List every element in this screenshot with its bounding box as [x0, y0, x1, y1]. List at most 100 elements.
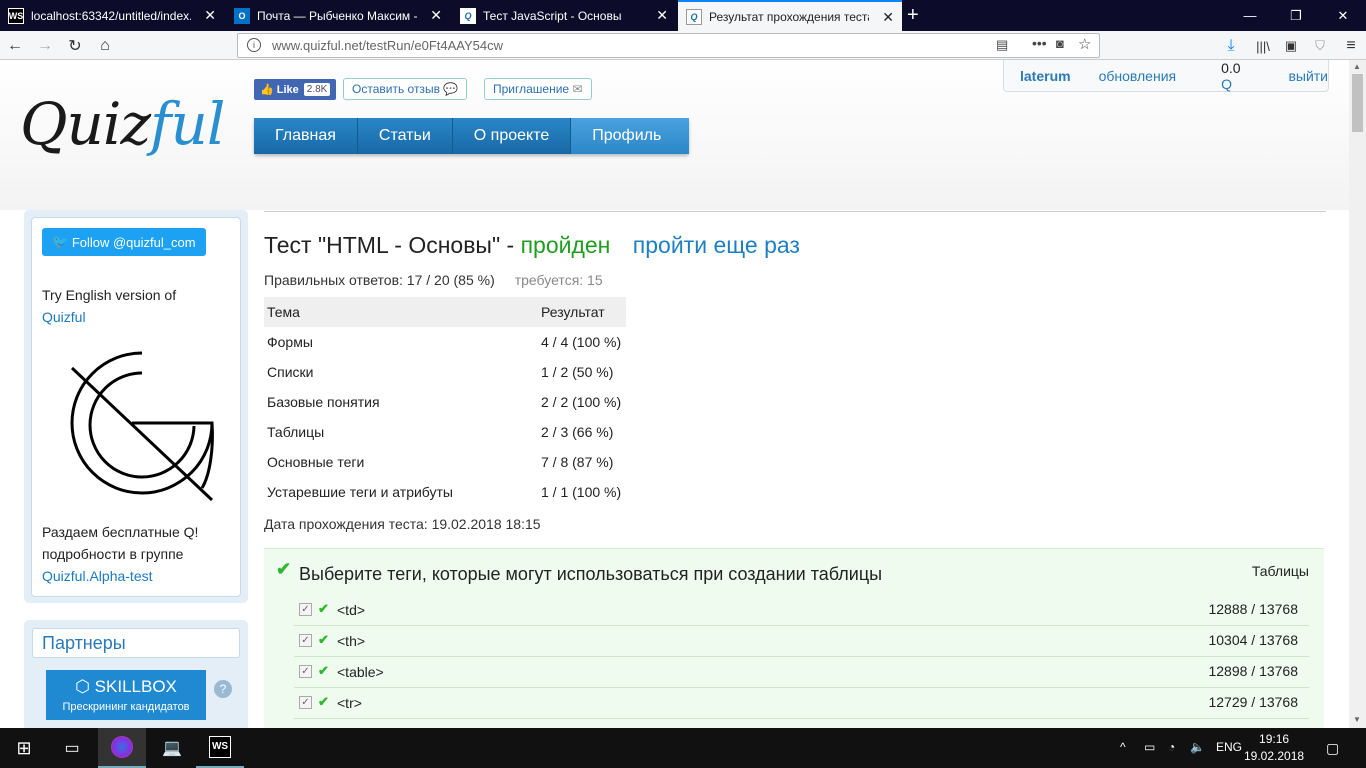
battery-icon[interactable]: ▭ — [1144, 740, 1155, 754]
clock[interactable]: 19:16 19.02.2018 — [1244, 731, 1304, 765]
result-title: Тест "HTML - Основы" - пройден пройти ещ… — [264, 232, 800, 258]
page-scrollbar[interactable]: ▲ ▼ — [1349, 60, 1366, 728]
correct-check-icon: ✔ — [318, 601, 329, 616]
checkbox-checked-icon: ✓ — [299, 634, 312, 647]
table-header-row: Тема Результат — [264, 297, 626, 327]
webstorm-icon[interactable]: WS — [196, 728, 244, 768]
free-q-promo: Раздаем бесплатные Q! подробности в груп… — [42, 521, 198, 587]
firefox-icon[interactable] — [98, 728, 146, 768]
tab-title: Тест JavaScript - Основы — [483, 8, 622, 23]
windows-taskbar: ⊞ ▭ 💻 WS ^ ▭ ◔ 🔈 ENG 19:16 19.02.2018 ▢ — [0, 728, 1366, 768]
question-panel: ✔ Выберите теги, которые могут использов… — [264, 548, 1324, 728]
checkbox-checked-icon: ✓ — [299, 696, 312, 709]
tab-title: Почта — Рыбченко Максим - — [257, 8, 417, 23]
new-tab-button[interactable]: + — [905, 0, 927, 31]
browser-tab-4[interactable]: Q Результат прохождения теста ✕ — [678, 0, 902, 31]
computer-icon[interactable]: 💻 — [148, 728, 196, 768]
table-row: Таблицы 2 / 3 (66 %) — [267, 424, 614, 440]
close-icon[interactable]: ✕ — [204, 7, 216, 24]
reload-icon[interactable]: ↻ — [64, 35, 86, 57]
shield-icon[interactable]: ⛉ — [1309, 35, 1331, 57]
test-date: Дата прохождения теста: 19.02.2018 18:15 — [264, 516, 541, 532]
answer-row: ✓ ✔ <td> 12888 / 13768 — [294, 595, 1309, 626]
retake-link[interactable]: пройти еще раз — [633, 232, 800, 258]
menu-item-profile[interactable]: Профиль — [571, 118, 690, 154]
username-link[interactable]: laterum — [1020, 68, 1071, 84]
pocket-icon[interactable]: ◙ — [1056, 36, 1064, 51]
windows-start-icon[interactable]: ⊞ — [0, 728, 48, 768]
downloads-icon[interactable]: ⤓ — [1220, 35, 1242, 57]
tab-title: Результат прохождения теста — [709, 9, 869, 24]
bookmark-star-icon[interactable]: ☆ — [1078, 35, 1091, 53]
task-view-icon[interactable]: ▭ — [48, 728, 96, 768]
question-title: Выберите теги, которые могут использоват… — [299, 564, 883, 584]
quizful-g-logo-icon — [70, 351, 214, 502]
topic-results-table: Тема Результат Формы 4 / 4 (100 %) Списки… — [264, 297, 626, 507]
sidebar-icon[interactable]: ▣ — [1280, 35, 1302, 57]
reader-view-icon[interactable]: ▤ — [996, 37, 1008, 53]
skillbox-banner[interactable]: ⬡ SKILLBOX Прескрининг кандидатов — [46, 670, 206, 720]
menu-icon[interactable]: ≡ — [1340, 35, 1362, 57]
page-content: Quizful 👍 Like 2.8K Оставить отзыв 💬 Приг… — [0, 60, 1349, 728]
close-icon[interactable]: ✕ — [656, 7, 668, 24]
close-icon[interactable]: ✕ — [882, 9, 894, 26]
english-version-link[interactable]: Quizful — [42, 306, 176, 328]
answer-row: ✓ ✔ <tr> 12729 / 13768 — [294, 688, 1309, 719]
home-icon[interactable]: ⌂ — [94, 35, 116, 57]
facebook-like-button[interactable]: 👍 Like 2.8K — [254, 79, 337, 100]
volume-icon[interactable]: 🔈 — [1190, 740, 1205, 754]
notifications-icon[interactable]: ▢ — [1326, 740, 1339, 757]
invite-button[interactable]: Приглашение ✉ — [484, 78, 592, 100]
scroll-up-icon[interactable]: ▲ — [1353, 62, 1361, 71]
close-icon[interactable]: ✕ — [430, 7, 442, 24]
language-indicator[interactable]: ENG — [1216, 740, 1242, 754]
alpha-test-link[interactable]: Quizful.Alpha-test — [42, 565, 198, 587]
chevron-up-icon[interactable]: ^ — [1120, 740, 1126, 754]
menu-item-home[interactable]: Главная — [254, 118, 358, 154]
scroll-thumb[interactable] — [1352, 74, 1363, 132]
outlook-icon: O — [234, 7, 250, 24]
question-topic: Таблицы — [1251, 563, 1309, 579]
twitter-follow-button[interactable]: 🐦 Follow @quizful_com — [42, 228, 206, 256]
divider — [264, 211, 1326, 212]
back-icon[interactable]: ← — [4, 35, 26, 57]
browser-navbar: ← → ↻ ⌂ i www.quizful.net/testRun/e0Ft4A… — [0, 31, 1366, 60]
info-icon[interactable]: i — [247, 38, 261, 52]
speech-bubble-icon: 💬 — [443, 82, 459, 96]
minimize-icon[interactable]: — — [1227, 0, 1273, 31]
updates-link[interactable]: обновления — [1099, 68, 1177, 84]
thumbs-up-icon: 👍 — [260, 84, 277, 96]
menu-item-articles[interactable]: Статьи — [357, 118, 453, 154]
table-row: Устаревшие теги и атрибуты 1 / 1 (100 %) — [267, 484, 622, 500]
checkmark-icon: ✔ — [276, 559, 292, 579]
user-box: laterum обновления 0.0 Q выйти — [1003, 60, 1329, 92]
checkbox-checked-icon: ✓ — [299, 665, 312, 678]
browser-tab-bar: WS localhost:63342/untitled/index. ✕ O П… — [0, 0, 1366, 31]
browser-tab-3[interactable]: Q Тест JavaScript - Основы ✕ — [452, 0, 676, 31]
correct-check-icon: ✔ — [318, 694, 329, 709]
main-menu: Главная Статьи О проекте Профиль — [254, 118, 690, 154]
feedback-button[interactable]: Оставить отзыв 💬 — [343, 78, 468, 100]
url-text: www.quizful.net/testRun/e0Ft4AAY54cw — [272, 38, 503, 53]
library-icon[interactable]: |||\ — [1252, 35, 1274, 57]
partners-box: Партнеры ⬡ SKILLBOX Прескрининг кандидат… — [24, 620, 248, 728]
envelope-icon: ✉ — [572, 82, 583, 96]
table-row: Списки 1 / 2 (50 %) — [267, 364, 614, 380]
logout-link[interactable]: выйти — [1288, 68, 1328, 84]
sidebar-promo-box: 🐦 Follow @quizful_com Try English versio… — [24, 210, 248, 603]
browser-tab-2[interactable]: O Почта — Рыбченко Максим - ✕ — [226, 0, 450, 31]
help-icon[interactable]: ? — [214, 680, 232, 698]
window-close-icon[interactable]: ✕ — [1320, 0, 1366, 31]
restore-icon[interactable]: ❐ — [1273, 0, 1319, 31]
more-actions-icon[interactable]: ••• — [1032, 35, 1047, 51]
address-bar[interactable]: i www.quizful.net/testRun/e0Ft4AAY54cw ▤… — [237, 33, 1100, 58]
forward-icon[interactable]: → — [34, 35, 56, 57]
browser-tab-1[interactable]: WS localhost:63342/untitled/index. ✕ — [0, 0, 224, 31]
webstorm-icon: WS — [8, 7, 24, 24]
wifi-icon[interactable]: ◔ — [1168, 740, 1175, 754]
scroll-down-icon[interactable]: ▼ — [1353, 715, 1361, 724]
menu-item-about[interactable]: О проекте — [452, 118, 572, 154]
quizful-logo[interactable]: Quizful — [20, 90, 225, 158]
partners-title: Партнеры — [32, 628, 240, 658]
answer-row: ✓ ✔ <th> 10304 / 13768 — [294, 626, 1309, 657]
